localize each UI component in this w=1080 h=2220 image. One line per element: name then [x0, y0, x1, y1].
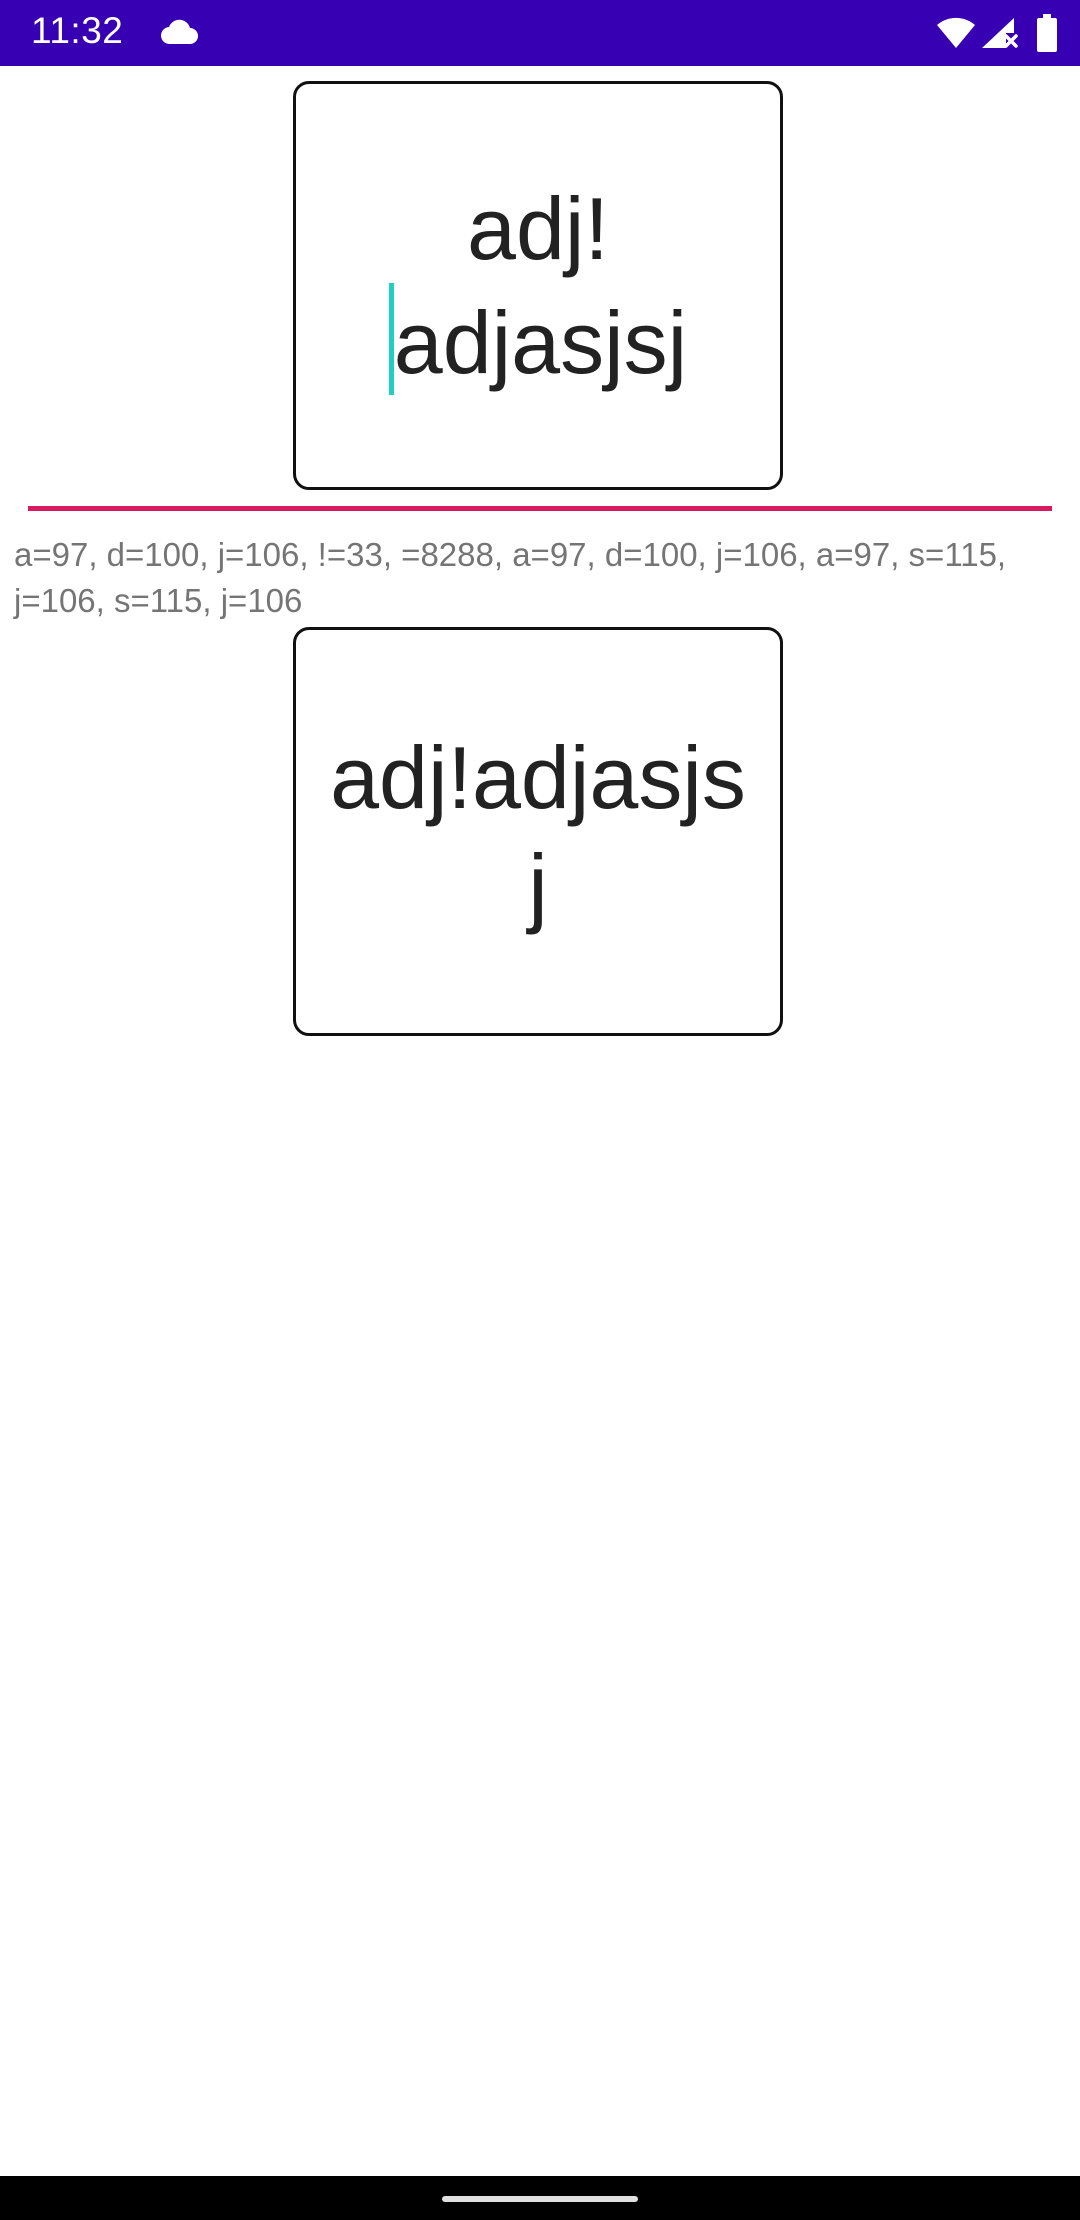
battery-icon [1037, 14, 1057, 52]
text-input-box[interactable]: adj! adjasjsj [293, 81, 783, 490]
status-time: 11:32 [31, 10, 124, 51]
input-line-2: adjasjsj [393, 292, 688, 392]
input-text[interactable]: adj! adjasjsj [388, 175, 688, 397]
output-text: adj!adjasjsj [330, 727, 746, 935]
home-gesture-handle[interactable] [442, 2196, 638, 2202]
input-line-2-wrapper: adjasjsj [388, 282, 688, 397]
wifi-icon [937, 17, 975, 48]
cloud-icon [160, 19, 198, 45]
status-bar: 11:32 [0, 0, 1080, 66]
output-box: adj!adjasjsj [293, 627, 783, 1036]
input-underline [28, 506, 1052, 511]
input-line-1: adj! [467, 178, 609, 278]
cell-signal-no-data-icon [982, 18, 1018, 48]
char-codes-text: a=97, d=100, j=106, !=33, =8288, a=97, d… [14, 536, 1007, 619]
navigation-bar [0, 2176, 1080, 2220]
